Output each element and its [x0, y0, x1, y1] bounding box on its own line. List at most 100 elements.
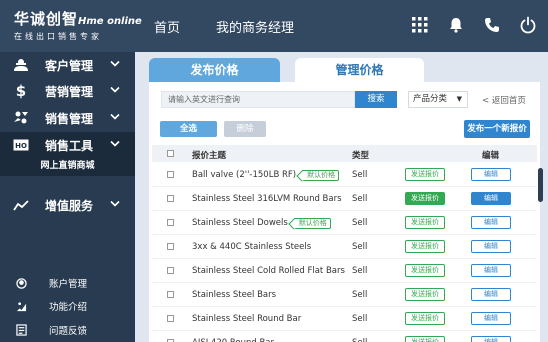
send-quote-button[interactable]: 发送报价 [405, 264, 445, 277]
sidebar-footer-label: 功能介绍 [49, 302, 88, 313]
sidebar-item-sales[interactable]: 销售管理 [0, 105, 135, 131]
row-type: Sell [352, 218, 368, 228]
phone-icon[interactable] [482, 14, 502, 36]
sidebar-footer-feedback[interactable]: 问题反馈 [0, 320, 135, 340]
row-title[interactable]: AISI 420 Round Bar [192, 338, 274, 342]
power-icon[interactable] [518, 14, 538, 36]
send-quote-button[interactable]: 发送报价 [405, 216, 445, 229]
logo-brand: 华诚创智 [14, 10, 79, 28]
tab-manage-price[interactable]: 管理价格 [295, 58, 424, 82]
sidebar-item-marketing[interactable]: $ 营销管理 [0, 78, 135, 104]
send-quote-button[interactable]: 发送报价 [405, 312, 445, 325]
search-input[interactable]: 请输入英文进行查询 [161, 91, 355, 108]
row-title-text: AISI 420 Round Bar [192, 338, 274, 342]
logo-en: Hme online [78, 16, 142, 27]
row-title-text: Stainless Steel Bars [192, 290, 277, 300]
sidebar-item-label: 销售工具 [45, 138, 94, 153]
scrollbar[interactable] [538, 168, 543, 202]
row-checkbox[interactable] [167, 171, 174, 178]
default-price-badge: 默认价格 [293, 218, 331, 229]
header-title: 报价主题 [192, 151, 227, 161]
nav-business-manager[interactable]: 我的商务经理 [216, 17, 294, 36]
search-button[interactable]: 搜索 [355, 91, 397, 108]
row-title[interactable]: Stainless Steel Cold Rolled Flat Bars [192, 266, 345, 276]
row-checkbox[interactable] [167, 315, 174, 322]
send-quote-button[interactable]: 发送报价 [405, 336, 445, 342]
header-type: 类型 [352, 151, 370, 161]
row-type: Sell [352, 242, 368, 252]
table-row: Stainless Steel Dowels 默认价格 Sell 发送报价 编辑 [152, 211, 537, 235]
row-title[interactable]: Stainless Steel Round Bar [192, 314, 301, 324]
row-title-text: 3xx & 440C Stainless Steels [192, 242, 312, 252]
table-row: Ball valve (2''-150LB RF) 默认价格 Sell 发送报价 编辑 [152, 163, 537, 187]
table-row: Stainless Steel Bars Sell 发送报价 编辑 [152, 283, 537, 307]
send-quote-button[interactable]: 发送报价 [405, 240, 445, 253]
sidebar: 客户管理 $ 营销管理 销售管理 HO 销售工具 网上直销商城 增值服务 账户管… [0, 52, 135, 342]
row-title[interactable]: Stainless Steel Dowels 默认价格 [192, 218, 331, 229]
sidebar-footer-features[interactable]: 功能介绍 [0, 296, 135, 316]
sidebar-item-customers[interactable]: 客户管理 [0, 52, 135, 78]
category-select[interactable]: 产品分类 ▼ [408, 91, 468, 108]
new-quote-button[interactable]: 发布一个新报价 [464, 120, 530, 138]
row-title-text: Stainless Steel Dowels [192, 218, 288, 228]
header-checkbox[interactable] [167, 150, 174, 157]
row-title[interactable]: Ball valve (2''-150LB RF) 默认价格 [192, 170, 340, 181]
row-checkbox[interactable] [167, 291, 174, 298]
edit-button[interactable]: 编辑 [471, 192, 511, 205]
sidebar-subitem-online-mall[interactable]: 网上直销商城 [0, 158, 135, 176]
row-title[interactable]: 3xx & 440C Stainless Steels [192, 242, 311, 252]
sidebar-item-sales-tools[interactable]: HO 销售工具 [0, 132, 135, 158]
chart-icon [13, 199, 29, 211]
table-row: 3xx & 440C Stainless Steels Sell 发送报价 编辑 [152, 235, 537, 259]
dollar-icon: $ [15, 82, 27, 100]
edit-button[interactable]: 编辑 [471, 312, 511, 325]
back-home-link[interactable]: < 返回首页 [482, 94, 526, 106]
svg-text:HO: HO [15, 142, 27, 150]
select-all-button[interactable]: 全选 [160, 121, 217, 137]
tab-publish-price[interactable]: 发布价格 [149, 58, 280, 82]
sidebar-footer-label: 账户管理 [49, 279, 88, 290]
edit-button[interactable]: 编辑 [471, 264, 511, 277]
row-type: Sell [352, 170, 368, 180]
chevron-down-icon [110, 200, 120, 211]
row-title-text: Ball valve (2''-150LB RF) [192, 170, 297, 180]
row-checkbox[interactable] [167, 267, 174, 274]
sidebar-item-label: 营销管理 [45, 84, 94, 99]
sidebar-footer-account[interactable]: 账户管理 [0, 273, 135, 293]
row-title-text: Stainless Steel Cold Rolled Flat Bars [192, 266, 345, 276]
row-title-text: Stainless Steel Round Bar [192, 314, 302, 324]
tools-icon: HO [13, 139, 29, 151]
nav-home[interactable]: 首页 [154, 17, 180, 36]
send-quote-button[interactable]: 发送报价 [405, 288, 445, 301]
table-header: 报价主题 类型 编辑 [152, 145, 537, 162]
edit-button[interactable]: 编辑 [471, 240, 511, 253]
row-type: Sell [352, 194, 368, 204]
logo[interactable]: 华诚创智Hme online 在线出口销售专家 [14, 8, 142, 42]
feedback-icon [15, 324, 27, 336]
sidebar-footer-label: 问题反馈 [49, 326, 88, 337]
edit-button[interactable]: 编辑 [471, 216, 511, 229]
table-row: Stainless Steel Round Bar Sell 发送报价 编辑 [152, 307, 537, 331]
row-title[interactable]: Stainless Steel 316LVM Round Bars [192, 194, 342, 204]
grid-icon[interactable] [410, 14, 430, 36]
row-title[interactable]: Stainless Steel Bars [192, 290, 276, 300]
row-checkbox[interactable] [167, 243, 174, 250]
bell-icon[interactable] [446, 14, 466, 36]
send-quote-button[interactable]: 发送报价 [405, 192, 445, 205]
sidebar-item-label: 客户管理 [45, 58, 94, 73]
edit-button[interactable]: 编辑 [471, 168, 511, 181]
edit-button[interactable]: 编辑 [471, 336, 511, 342]
price-management-panel: 请输入英文进行查询 搜索 产品分类 ▼ < 返回首页 全选 删除 发布一个新报价… [149, 82, 540, 342]
row-checkbox[interactable] [167, 195, 174, 202]
top-icons [410, 14, 538, 36]
account-icon [15, 277, 27, 289]
row-checkbox[interactable] [167, 219, 174, 226]
caret-down-icon: ▼ [456, 95, 462, 103]
edit-button[interactable]: 编辑 [471, 288, 511, 301]
customer-icon [13, 58, 29, 72]
row-type: Sell [352, 314, 368, 324]
delete-button[interactable]: 删除 [224, 121, 266, 137]
sidebar-item-value-added[interactable]: 增值服务 [0, 192, 135, 218]
send-quote-button[interactable]: 发送报价 [405, 168, 445, 181]
row-title-text: Stainless Steel 316LVM Round Bars [192, 194, 342, 204]
